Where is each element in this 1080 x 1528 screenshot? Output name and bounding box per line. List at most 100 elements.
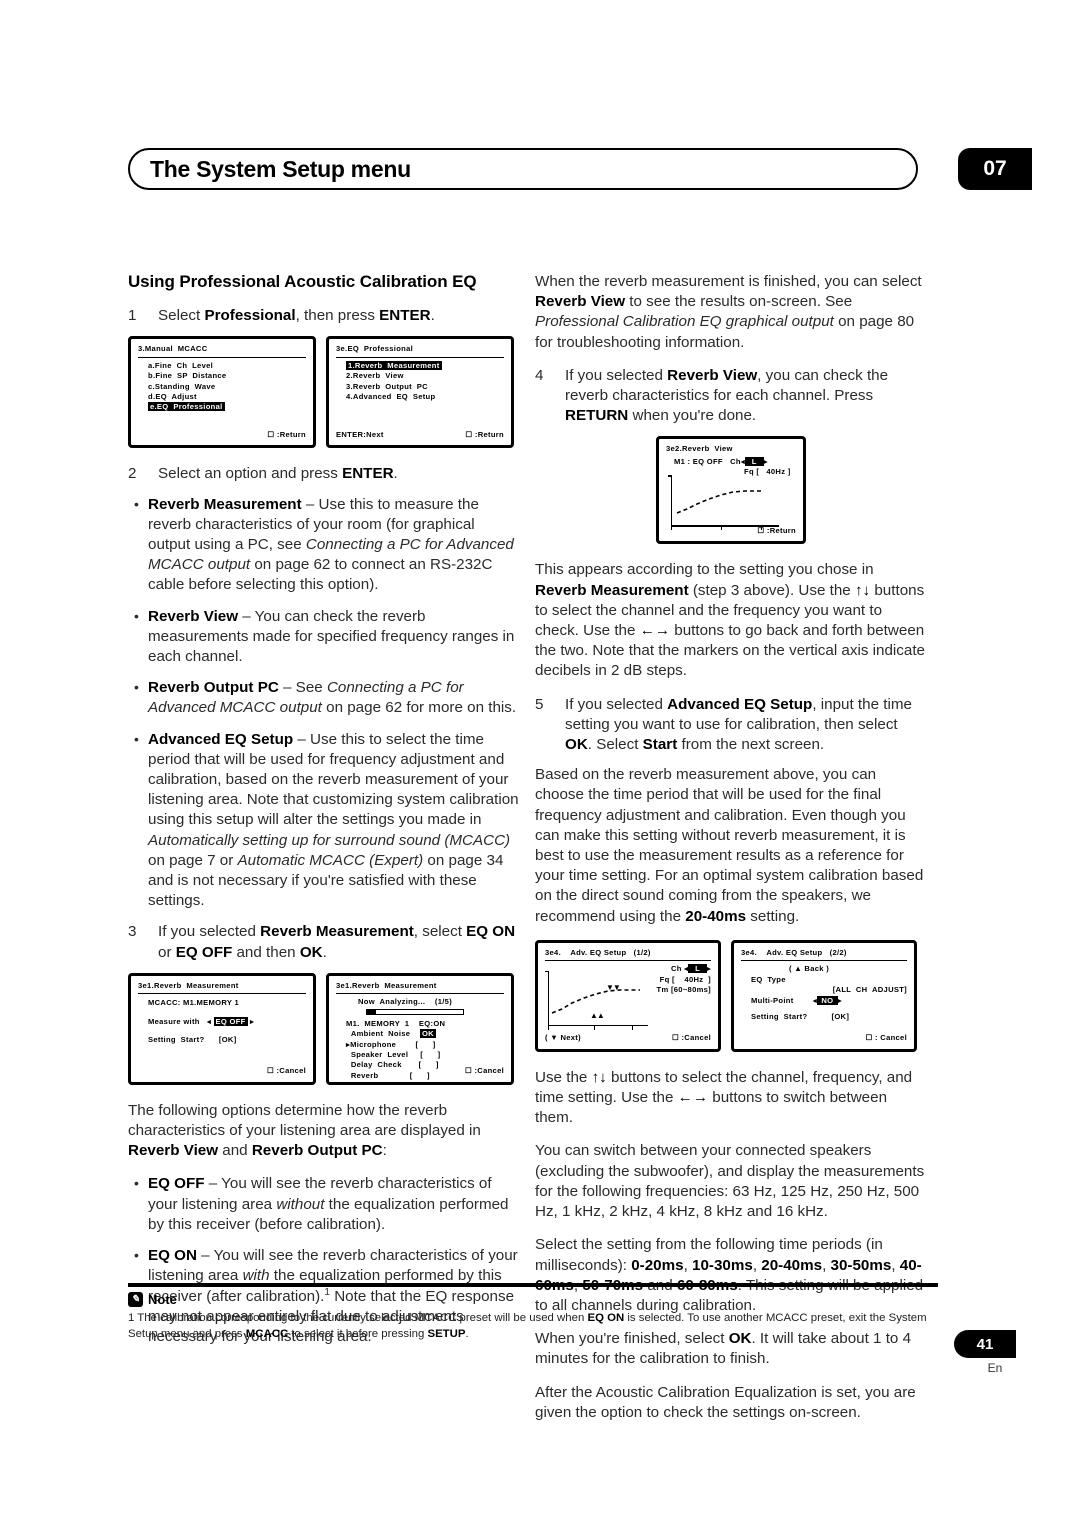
note-divider (128, 1283, 938, 1287)
step-2-number: 2 (128, 465, 137, 483)
osd-manual-mcacc: 3.Manual MCACC a.Fine Ch Level b.Fine SP… (128, 336, 316, 449)
leftright-arrow-icon: ←→ (639, 622, 671, 640)
osd-title: 3e.EQ Professional (336, 344, 504, 358)
osd-mcacc-preset: MCACC: M1.MEMORY 1 (148, 998, 240, 1008)
return-glyph: ☐ (865, 1033, 876, 1043)
note-heading: ✎ Note (128, 1292, 938, 1307)
osd-eq-type-label: EQ Type (751, 974, 786, 984)
note-block: ✎ Note 1 The calibration corresponding t… (128, 1283, 938, 1342)
reverb-decay-graph (667, 473, 785, 531)
return-glyph: ☐ (266, 1066, 277, 1076)
osd-reverb-view: 3e2.Reverb View M1 : EQ OFF Ch◂ L ▸ Fq [… (656, 436, 806, 545)
step-3-number: 3 (128, 923, 137, 941)
paragraph-based-on-measurement: Based on the reverb measurement above, y… (535, 766, 924, 925)
osd-check-row: Speaker Level [ ] (350, 1049, 441, 1059)
left-arrow-icon: ◂ (206, 1016, 212, 1026)
step-1: 1 Select Professional, then press ENTER. (128, 306, 520, 326)
leftright-arrow-icon: ←→ (677, 1089, 709, 1107)
bullet-term: EQ ON (148, 1247, 197, 1265)
bullet-dot: • (134, 679, 139, 696)
step-4-number: 4 (535, 366, 544, 384)
osd-reverb-measurement-setup: 3e1.Reverb Measurement MCACC: M1.MEMORY … (128, 972, 316, 1085)
osd-title: 3e4. Adv. EQ Setup (2/2) (741, 948, 907, 962)
step-3-text: If you selected Reverb Measurement, sele… (158, 923, 516, 961)
bullet-reverb-view: • Reverb View – You can check the reverb… (134, 607, 515, 666)
bullet-term: Reverb View (148, 607, 239, 625)
step-4-text: If you selected Reverb View, you can che… (565, 366, 889, 425)
osd-row-adv-eq-setup: 3e4. Adv. EQ Setup (1/2) Ch ◂ L ▸ Fq [ 4… (535, 939, 927, 1052)
osd-title: 3e1.Reverb Measurement (138, 981, 306, 995)
bullet-eq-off: • EQ OFF – You will see the reverb chara… (134, 1175, 509, 1233)
language-code: En (987, 1361, 1003, 1375)
bullet-reverb-output-pc: • Reverb Output PC – See Connecting a PC… (134, 679, 517, 717)
right-arrow-icon: ▸ (250, 1016, 255, 1026)
step-5-text: If you selected Advanced EQ Setup, input… (565, 695, 912, 754)
osd-eq-type-value: [ALL CH ADJUST] (832, 985, 907, 995)
step-1-number: 1 (128, 307, 137, 325)
left-column: Using Professional Acoustic Calibration … (128, 272, 520, 1358)
osd-measure-with-row: Measure with ◂ EQ OFF ▸ (148, 1016, 255, 1026)
osd-check-row: ▸Microphone [ ] (346, 1039, 436, 1049)
bullet-dot: • (134, 495, 139, 512)
right-column: When the reverb measurement is finished,… (535, 272, 927, 1436)
osd-reverb-measurement-analyzing: 3e1.Reverb Measurement Now Analyzing... … (326, 972, 514, 1085)
page-number: 41 (954, 1330, 1016, 1358)
step-2: 2 Select an option and press ENTER. (128, 464, 520, 484)
step-1-text: Select Professional, then press ENTER. (158, 307, 435, 325)
bullet-dot: • (134, 1175, 139, 1192)
osd-title: 3e2.Reverb View (666, 444, 733, 454)
osd-eq-professional: 3e.EQ Professional 1.Reverb Measurement … (326, 336, 514, 449)
osd-title: 3.Manual MCACC (138, 344, 306, 358)
osd-item: d.EQ Adjust (148, 392, 197, 402)
chapter-number-tab: 07 (958, 148, 1032, 190)
return-glyph: ☐ (267, 430, 277, 439)
bullet-dot: • (134, 1247, 139, 1264)
return-glyph: ☐ (464, 1066, 475, 1076)
osd-footer: ☐ :Return (757, 526, 796, 536)
osd-item: 2.Reverb View (346, 371, 404, 381)
osd-row-reverb-view: 3e2.Reverb View M1 : EQ OFF Ch◂ L ▸ Fq [… (535, 436, 927, 545)
osd-setting-start-row: Setting Start? [OK] (148, 1035, 237, 1045)
paragraph-switch-speakers: You can switch between your connected sp… (535, 1142, 925, 1221)
step-2-text: Select an option and press ENTER. (158, 465, 398, 483)
osd-title: 3e4. Adv. EQ Setup (1/2) (545, 948, 711, 962)
paragraph-use-buttons: Use the ↑↓ buttons to select the channel… (535, 1068, 913, 1127)
note-pencil-icon: ✎ (128, 1292, 143, 1307)
osd-footer: ☐ :Cancel (266, 1066, 306, 1076)
page-footer: 41 En (940, 1330, 1036, 1375)
right-arrow-icon: ▸ (837, 995, 842, 1005)
page-title: The System Setup menu (150, 156, 411, 182)
section-title: Using Professional Acoustic Calibration … (128, 272, 477, 291)
right-arrow-icon: ▸ (763, 456, 768, 466)
bullet-term: EQ OFF (148, 1175, 205, 1193)
osd-check-row: Ambient Noise OK (350, 1029, 436, 1039)
bullet-reverb-measurement: • Reverb Measurement – Use this to measu… (134, 495, 514, 594)
right-arrow-icon: ▸ (706, 964, 711, 974)
osd-multipoint-row: Multi-Point ◂ NO ▸ (751, 995, 842, 1005)
step-4: 4 If you selected Reverb View, you can c… (535, 366, 927, 427)
osd-back-label: ( ▲ Back ) (788, 964, 830, 974)
osd-row-manual-mcacc: 3.Manual MCACC a.Fine Ch Level b.Fine SP… (128, 336, 520, 449)
paragraph-after-calibration: After the Acoustic Calibration Equalizat… (535, 1383, 916, 1421)
osd-memory-line: M1. MEMORY 1 EQ:ON (346, 1018, 446, 1028)
paragraph-appears-setting: This appears according to the setting yo… (535, 561, 926, 680)
osd-item: 3.Reverb Output PC (346, 381, 428, 391)
bullet-term: Reverb Measurement (148, 495, 302, 513)
osd-row-reverb-measurement: 3e1.Reverb Measurement MCACC: M1.MEMORY … (128, 972, 520, 1085)
osd-eq-state-row: M1 : EQ OFF Ch◂ L ▸ (674, 456, 768, 466)
return-glyph: ☐ :Cancel (671, 1033, 711, 1043)
bullet-dot: • (134, 607, 139, 624)
step-5: 5 If you selected Advanced EQ Setup, inp… (535, 695, 927, 756)
osd-title: 3e1.Reverb Measurement (336, 981, 504, 995)
osd-footer: ( ▼ Next) ☐ :Cancel (545, 1033, 711, 1043)
bullet-term: Reverb Output PC (148, 679, 279, 697)
updown-arrow-icon: ↑↓ (591, 1068, 607, 1086)
osd-item: c.Standing Wave (148, 381, 216, 391)
bullet-term: Advanced EQ Setup (148, 730, 294, 748)
osd-item: 4.Advanced EQ Setup (346, 392, 436, 402)
paragraph-measurement-finished: When the reverb measurement is finished,… (535, 273, 922, 351)
osd-item: b.Fine SP Distance (148, 371, 227, 381)
return-glyph: ☐ (757, 526, 767, 536)
note-text: 1 The calibration corresponding to the c… (128, 1312, 927, 1340)
return-glyph: ☐ :Return (465, 430, 504, 439)
